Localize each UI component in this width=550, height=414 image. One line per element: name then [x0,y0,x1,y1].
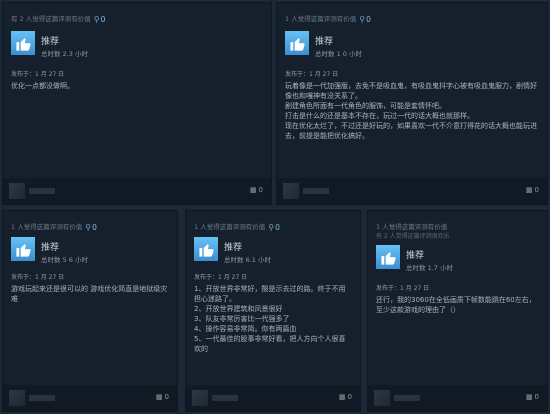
username-redacted[interactable] [29,395,55,401]
review-verdict: 推荐 [315,37,334,47]
username-redacted[interactable] [212,395,238,401]
review-body-line: 优化一点都没做啊。 [11,82,74,90]
comment-button[interactable]: ▩ 0 [156,393,169,401]
username-redacted[interactable] [303,188,329,194]
avatar[interactable] [9,390,25,406]
playtime-hours: 总时数 6.1 小时 [224,256,271,264]
review-footer: ▩ 0 [3,385,177,411]
review-body-line: 还行，我的3060在全低画质下帧数能跳在60左右，至少这款游戏的理由了（） [376,296,536,314]
review-verdict: 推荐 [41,37,60,47]
award-ribbon-icon[interactable]: ⚲ [268,223,274,232]
review-body-line: 玩着像是一代加强版，去免不是吸血鬼，有吸血鬼抖字心被有吸血鬼服力，剧情好像也和嘎… [285,82,537,100]
comment-button[interactable]: ▩ 0 [250,186,263,194]
thumbs-up-icon [285,31,309,55]
posted-date: 发布于：1 月 27 日 [194,274,248,281]
award-ribbon-icon[interactable]: ⚲ [359,15,365,24]
comment-count: 0 [534,393,539,401]
comment-button[interactable]: ▩ 0 [526,393,539,401]
award-ribbon-icon[interactable]: ⚲ [85,223,91,232]
review-card-2[interactable]: 1 人觉得这篇评测有价值 ⚲0 推荐 总时数 1 0 小时 发布于：1 月 27 … [276,2,548,205]
review-body: 还行，我的3060在全低画质下帧数能跳在60左右，至少这款游戏的理由了（） [376,295,539,315]
comment-count: 0 [534,186,539,194]
review-verdict: 推荐 [41,243,60,253]
helpful-count: 1 人觉得这篇评测有价值 ⚲0 [285,14,371,24]
review-body-line: 3、队友非常厉害比一代强多了 [194,315,290,323]
avatar[interactable] [374,390,390,406]
playtime-hours: 总时数 2.3 小时 [41,50,88,58]
review-body-line: 4、操作容易非常简。你有两篇血 [194,325,297,333]
posted-date: 发布于：1 月 27 日 [376,285,430,292]
comment-bubble-icon: ▩ [249,186,257,194]
review-footer: ▩ 0 [277,178,547,204]
review-verdict: 推荐 [224,243,243,253]
helpful-count: 有 2 人觉得这篇评测有价值 ⚲0 [11,14,106,24]
review-footer: ▩ 0 [186,385,360,411]
comment-bubble-icon: ▩ [525,393,533,401]
award-count: 0 [100,14,106,24]
funny-count: 有 2 人觉得这篇评测很欢乐 [376,233,450,240]
avatar[interactable] [192,390,208,406]
review-body: 游戏玩起来还是很可以的 游戏优化简直是地狱级灾难 [11,284,169,304]
review-body: 1、开放世界非常好，酸是示去过的路。终于不用担心迷路了。 2、开放世界建筑和风景… [194,284,352,354]
posted-date: 发布于：1 月 27 日 [11,274,65,281]
avatar[interactable] [9,183,25,199]
award-ribbon-icon[interactable]: ⚲ [94,15,100,24]
comment-bubble-icon: ▩ [155,393,163,401]
username-redacted[interactable] [29,188,55,194]
review-body: 优化一点都没做啊。 [11,81,263,91]
award-count: 0 [275,222,280,232]
thumbs-up-icon [11,31,35,55]
review-body-line: 2、开放世界建筑和风景很好 [194,305,283,313]
comment-count: 0 [347,393,352,401]
posted-date: 发布于：1 月 27 日 [285,71,339,78]
avatar[interactable] [283,183,299,199]
helpful-count: 1 人觉得这篇评测有价值 ⚲0 [11,222,97,232]
comment-bubble-icon: ▩ [525,186,533,194]
review-body-line: 游戏玩起来还是很可以的 游戏优化简直是地狱级灾难 [11,285,168,303]
award-count: 0 [92,222,97,232]
review-card-1[interactable]: 有 2 人觉得这篇评测有价值 ⚲0 推荐 总时数 2.3 小时 发布于：1 月 2… [2,2,272,205]
playtime-hours: 总时数 1 0 小时 [315,50,362,58]
playtime-hours: 总时数 5 6 小时 [41,256,88,264]
award-count: 0 [366,14,371,24]
review-card-3[interactable]: 1 人觉得这篇评测有价值 ⚲0 推荐 总时数 5 6 小时 发布于：1 月 27 … [2,210,178,412]
review-body: 玩着像是一代加强版，去免不是吸血鬼，有吸血鬼抖字心被有吸血鬼服力，剧情好像也和嘎… [285,81,539,141]
review-body-line: 5、一代最佳的股事非常好看，把人方向个人很喜欢的 [194,335,346,353]
playtime-hours: 总时数 1.7 小时 [406,264,453,272]
review-card-5[interactable]: 1 人觉得这篇评测有价值 有 2 人觉得这篇评测很欢乐 推荐 总时数 1.7 小… [367,210,548,412]
helpful-count: 1 人觉得这篇评测有价值 ⚲0 [194,222,280,232]
comment-button[interactable]: ▩ 0 [526,186,539,194]
comment-count: 0 [164,393,169,401]
review-verdict: 推荐 [406,251,425,261]
review-body-line: 现在优化太烂了，不过还是好玩的，如果喜欢一代不介意打得花的话大概也能玩进去，前提… [285,122,537,140]
thumbs-up-icon [11,237,35,261]
posted-date: 发布于：1 月 27 日 [11,71,65,78]
review-footer: ▩ 0 [368,385,547,411]
review-footer: ▩ 0 [3,178,271,204]
review-body-line: 打击是什么的还是基本不存在，玩过一代的话大概也就那样。 [285,112,474,120]
thumbs-up-icon [194,237,218,261]
comment-count: 0 [258,186,263,194]
comment-bubble-icon: ▩ [338,393,346,401]
review-body-line: 剧建角色所面有一代角色的服饰，可能是套情怀吧。 [285,102,446,110]
thumbs-up-icon [376,245,400,269]
review-card-4[interactable]: 1 人觉得这篇评测有价值 ⚲0 推荐 总时数 6.1 小时 发布于：1 月 27 … [185,210,361,412]
helpful-count: 1 人觉得这篇评测有价值 [376,223,448,231]
username-redacted[interactable] [394,395,420,401]
comment-button[interactable]: ▩ 0 [339,393,352,401]
review-body-line: 1、开放世界非常好，酸是示去过的路。终于不用担心迷路了。 [194,285,346,303]
